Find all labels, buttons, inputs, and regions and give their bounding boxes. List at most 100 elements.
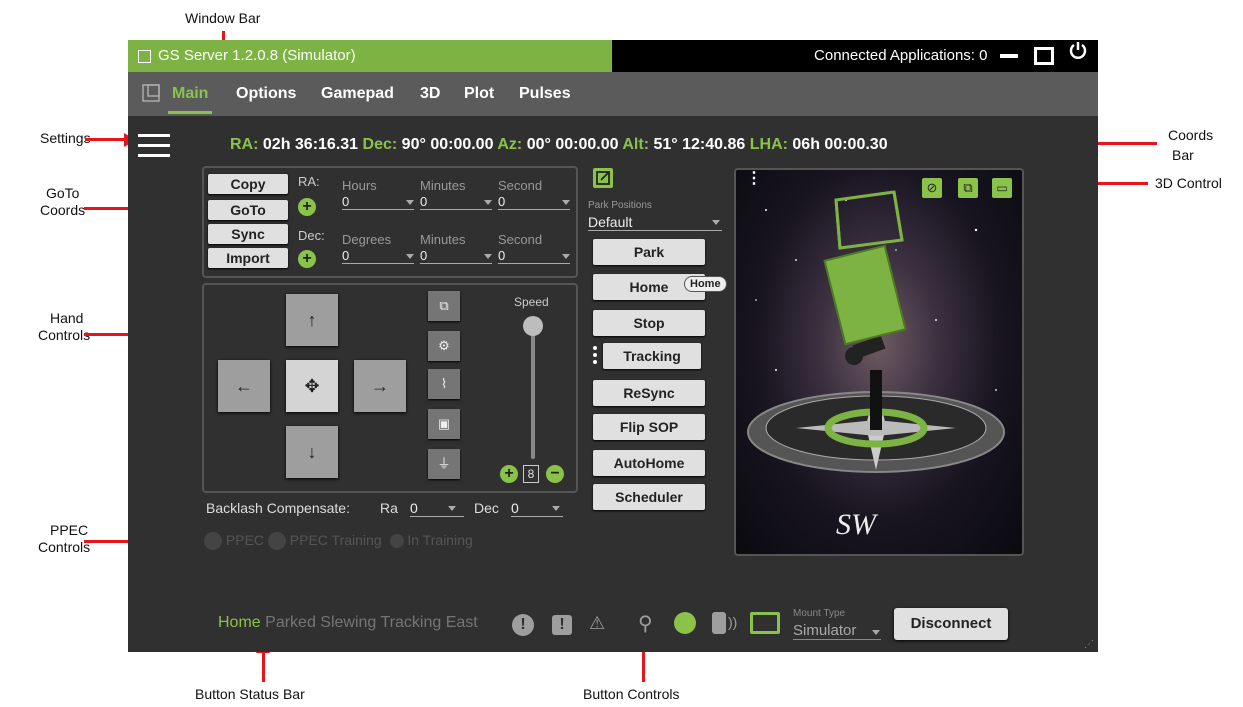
tab-gamepad[interactable]: Gamepad [321, 72, 394, 116]
ppec-training-toggle-icon[interactable] [267, 532, 286, 551]
status-tracking: Tracking [380, 614, 442, 631]
disconnect-button[interactable]: Disconnect [894, 608, 1008, 640]
spiral-icon[interactable]: ▣ [428, 409, 460, 439]
tab-pulses[interactable]: Pulses [519, 72, 571, 116]
tracking-button[interactable]: Tracking [603, 343, 701, 369]
goto-ra-label: RA: [298, 174, 320, 189]
camera-icon[interactable]: ▭ [992, 178, 1012, 198]
status-parked: Parked [265, 614, 316, 631]
annotation-button-status-bar: Button Status Bar [195, 686, 305, 702]
warning-square-icon[interactable]: ! [552, 615, 572, 635]
ra-add-icon[interactable]: + [298, 198, 316, 216]
power-icon[interactable] [1068, 40, 1088, 72]
ra-hours-value[interactable]: 0 [342, 194, 414, 210]
arrow-status [262, 652, 265, 682]
tab-options[interactable]: Options [236, 72, 296, 116]
ppec-controls: PPEC PPEC Training In Training [204, 532, 473, 551]
dec-add-icon[interactable]: + [298, 250, 316, 268]
speed-plus-icon[interactable]: + [500, 465, 518, 483]
resync-button[interactable]: ReSync [593, 380, 705, 406]
goto-button[interactable]: GoTo [208, 200, 288, 220]
in-training-label: In Training [407, 532, 473, 548]
ra-minutes-caret [484, 200, 492, 205]
view-3d-menu-icon[interactable]: ⋮ [746, 171, 762, 187]
usb-icon[interactable]: ⚲ [638, 611, 653, 636]
ra-hours-label: Hours [342, 178, 377, 193]
home-badge: Home [685, 277, 726, 291]
ppec-training-label[interactable]: PPEC Training [290, 532, 382, 548]
copy-button[interactable]: Copy [208, 174, 288, 194]
dec-minutes-value[interactable]: 0 [420, 248, 492, 264]
resize-grip-icon[interactable]: ⋰ [1084, 639, 1094, 650]
import-button[interactable]: Import [208, 248, 288, 268]
annotation-settings: Settings [40, 130, 91, 146]
tab-main[interactable]: Main [167, 72, 213, 116]
park-popout-icon[interactable] [593, 168, 613, 188]
ppec-label[interactable]: PPEC [226, 532, 264, 548]
speaker-icon[interactable] [712, 612, 726, 634]
tracking-menu-icon[interactable] [593, 346, 597, 364]
move-stop-button[interactable]: ✥ [286, 360, 338, 412]
status-slewing: Slewing [320, 614, 377, 631]
autohome-button[interactable]: AutoHome [593, 450, 705, 476]
telescope-scene [747, 190, 1005, 473]
tab-bar: Main Options Gamepad 3D Plot Pulses [128, 72, 1098, 116]
park-positions-caret [712, 220, 720, 225]
ra-minutes-value[interactable]: 0 [420, 194, 492, 210]
ppec-toggle-icon[interactable] [204, 532, 222, 551]
alarm-light-icon[interactable]: ⚠ [589, 613, 605, 634]
speed-slider-thumb[interactable] [523, 316, 543, 336]
speed-slider-track[interactable] [531, 319, 535, 459]
mount-type-value[interactable]: Simulator [793, 622, 881, 640]
alt-label: Alt: [622, 136, 650, 153]
ra-hours-caret [406, 200, 414, 205]
flip-sop-button[interactable]: Flip SOP [593, 414, 705, 440]
gear-icon[interactable]: ⚙ [428, 331, 460, 361]
annotation-ppec-1: PPEC [50, 522, 89, 538]
popout-3d-icon[interactable]: ⧉ [958, 178, 978, 198]
app-window: GS Server 1.2.0.8 (Simulator) Connected … [128, 40, 1098, 652]
park-positions-value[interactable]: Default [588, 214, 722, 231]
stop-button[interactable]: Stop [593, 310, 705, 336]
ra-seconds-caret [562, 200, 570, 205]
ra-seconds-value[interactable]: 0 [498, 194, 570, 210]
settings-menu-icon[interactable] [138, 132, 170, 157]
globe-icon[interactable] [674, 612, 696, 634]
mount-type-label: Mount Type [793, 608, 846, 619]
maximize-icon[interactable] [1033, 47, 1054, 66]
speed-minus-icon[interactable]: − [546, 465, 564, 483]
dec-degrees-label: Degrees [342, 232, 392, 247]
pulse-icon[interactable]: ⌇ [428, 369, 460, 399]
ra-value: 02h 36:16.31 [262, 136, 359, 153]
popout-icon[interactable] [142, 84, 160, 107]
window-bar[interactable]: GS Server 1.2.0.8 (Simulator) Connected … [128, 40, 1098, 72]
lha-value: 06h 00:00.30 [792, 136, 888, 153]
park-button[interactable]: Park [593, 239, 705, 265]
warning-circle-icon[interactable]: ! [512, 614, 534, 636]
speed-value: 8 [523, 465, 539, 483]
dec-seconds-value[interactable]: 0 [498, 248, 570, 264]
move-right-button[interactable]: → [354, 360, 406, 412]
minimize-icon[interactable] [999, 54, 1018, 59]
dec-degrees-value[interactable]: 0 [342, 248, 414, 264]
backlash-ra-caret [448, 506, 456, 511]
move-up-button[interactable]: ↑ [286, 294, 338, 346]
monitor-icon[interactable] [750, 612, 780, 634]
scheduler-button[interactable]: Scheduler [593, 484, 705, 510]
plug-icon[interactable]: ⏚ [428, 449, 460, 479]
title-right: Connected Applications: 0 [814, 40, 1088, 72]
compass-icon[interactable]: ⊘ [922, 178, 942, 198]
move-down-button[interactable]: ↓ [286, 426, 338, 478]
annotation-button-controls: Button Controls [583, 686, 680, 702]
sync-button[interactable]: Sync [208, 224, 288, 244]
in-training-icon [389, 534, 404, 549]
tab-plot[interactable]: Plot [464, 72, 494, 116]
dec-seconds-label: Second [498, 232, 543, 247]
backlash-dec-label: Dec [474, 500, 499, 516]
title-area: GS Server 1.2.0.8 (Simulator) [128, 40, 612, 72]
popout-hand-icon[interactable]: ⧉ [428, 291, 460, 321]
tab-3d[interactable]: 3D [420, 72, 440, 116]
move-left-button[interactable]: ← [218, 360, 270, 412]
view-3d-panel[interactable]: ⋮ ⊘ ⧉ ▭ SW [734, 168, 1024, 556]
annotation-goto-coords-1: GoTo [46, 185, 80, 201]
